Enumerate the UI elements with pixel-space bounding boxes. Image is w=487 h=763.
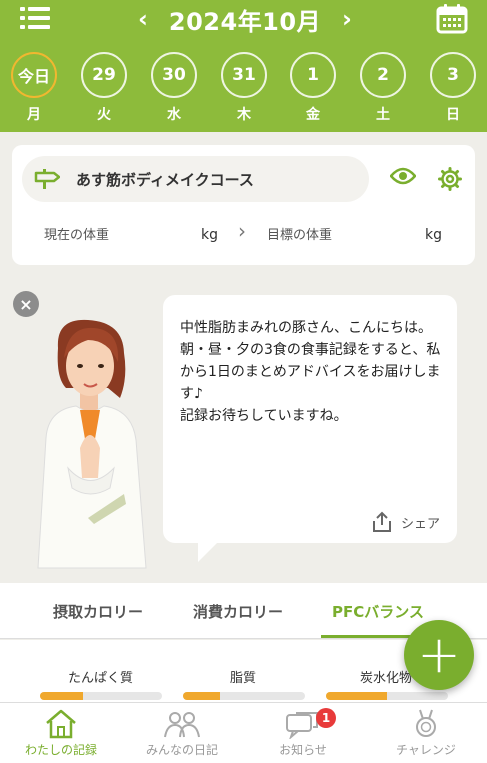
nav-label: お知らせ — [279, 743, 327, 757]
gear-icon[interactable] — [438, 167, 462, 191]
pfc-protein-bar — [40, 692, 162, 700]
medal-icon — [416, 709, 436, 737]
day-1[interactable]: 1 金 — [288, 52, 338, 124]
month-title: 2024年10月 — [168, 7, 322, 36]
weight-arrow: › — [238, 219, 246, 243]
day-weekday: 火 — [97, 107, 111, 123]
day-number: 3 — [430, 52, 476, 98]
day-number: 1 — [290, 52, 336, 98]
day-weekday: 木 — [237, 107, 251, 123]
week-day-strip: 今日 月 29 火 30 水 31 木 1 金 2 土 3 日 — [0, 52, 487, 132]
share-button[interactable]: シェア — [371, 511, 440, 533]
signpost-icon — [34, 169, 60, 189]
share-label: シェア — [401, 516, 441, 532]
day-number: 29 — [81, 52, 127, 98]
day-number: 30 — [151, 52, 197, 98]
day-weekday: 金 — [306, 107, 320, 123]
pfc-carbs-label: 炭水化物 — [360, 671, 413, 686]
next-month-button[interactable]: › — [336, 5, 358, 33]
day-weekday: 日 — [446, 107, 460, 123]
course-selector[interactable]: あす筋ボディメイクコース — [22, 156, 369, 202]
close-message-button[interactable]: × — [13, 291, 39, 317]
day-29[interactable]: 29 火 — [79, 52, 129, 124]
pfc-protein-label: たんぱく質 — [68, 671, 134, 686]
nav-label: チャレンジ — [396, 743, 456, 757]
day-2[interactable]: 2 土 — [358, 52, 408, 124]
nav-everyones-diary[interactable]: みんなの日記 — [127, 703, 237, 758]
tab-pfc-balance[interactable]: PFCバランス — [332, 601, 424, 622]
pfc-carbs-bar — [326, 692, 448, 700]
day-number: 31 — [221, 52, 267, 98]
calendar-icon[interactable] — [436, 4, 468, 34]
nav-my-records[interactable]: わたしの記録 — [6, 703, 116, 758]
speech-bubble-tail — [198, 540, 220, 562]
nav-label: わたしの記録 — [24, 743, 97, 757]
tab-intake-calories[interactable]: 摂取カロリー — [53, 601, 143, 622]
course-card: あす筋ボディメイクコース 現在の体重 kg › 目標の体重 kg — [12, 145, 475, 265]
app-header: ‹ 2024年10月 › 今日 月 29 火 30 水 31 木 1 金 2 土… — [0, 0, 487, 132]
current-weight-label: 現在の体重 — [44, 228, 110, 243]
eye-icon[interactable] — [390, 167, 416, 185]
month-navigator: ‹ 2024年10月 › — [132, 2, 358, 36]
day-weekday: 土 — [376, 107, 390, 123]
day-today[interactable]: 今日 月 — [9, 52, 59, 124]
advice-message: 中性脂肪まみれの豚さん、こんにちは。 朝・昼・夕の3食の食事記録をすると、私から… — [180, 320, 441, 424]
target-weight-unit: kg — [425, 227, 442, 243]
pfc-fat-bar — [183, 692, 305, 700]
nav-challenge[interactable]: チャレンジ — [371, 703, 481, 758]
day-31[interactable]: 31 木 — [219, 52, 269, 124]
nav-notifications[interactable]: 1 お知らせ — [248, 703, 358, 758]
current-weight-unit: kg — [201, 227, 218, 243]
add-record-button[interactable]: + — [404, 620, 474, 690]
day-weekday: 月 — [27, 107, 41, 123]
day-30[interactable]: 30 水 — [149, 52, 199, 124]
day-weekday: 水 — [167, 107, 181, 123]
hamburger-menu-icon[interactable] — [20, 7, 50, 31]
target-weight-label: 目標の体重 — [267, 228, 333, 243]
people-icon — [164, 712, 200, 738]
course-name: あす筋ボディメイクコース — [76, 170, 254, 189]
nav-label: みんなの日記 — [145, 743, 218, 757]
pfc-fat-fill — [183, 692, 220, 700]
pfc-protein-fill — [40, 692, 83, 700]
day-3[interactable]: 3 日 — [428, 52, 478, 124]
day-number: 2 — [360, 52, 406, 98]
bottom-navigation: わたしの記録 みんなの日記 1 お知らせ チャレンジ — [0, 702, 487, 763]
prev-month-button[interactable]: ‹ — [132, 5, 154, 33]
notification-badge: 1 — [316, 708, 336, 728]
advisor-character-illustration — [37, 319, 147, 569]
pfc-fat-label: 脂質 — [230, 671, 257, 686]
day-number: 今日 — [11, 52, 57, 98]
pfc-carbs-fill — [326, 692, 387, 700]
tab-burned-calories[interactable]: 消費カロリー — [193, 601, 283, 622]
share-icon — [373, 511, 391, 532]
advice-speech-bubble: 中性脂肪まみれの豚さん、こんにちは。 朝・昼・夕の3食の食事記録をすると、私から… — [163, 295, 457, 543]
house-icon — [46, 709, 76, 739]
